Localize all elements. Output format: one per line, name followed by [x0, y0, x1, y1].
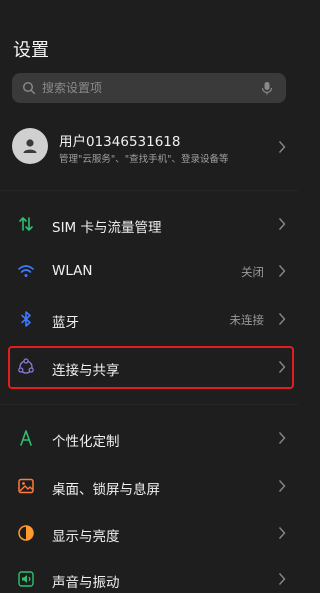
settings-item-connection-sharing[interactable]: 连接与共享	[0, 353, 298, 381]
chevron-right-icon	[278, 573, 286, 585]
page-title: 设置	[13, 40, 49, 61]
settings-item-sound-vibration[interactable]: 声音与振动	[0, 565, 298, 593]
user-icon	[23, 139, 37, 153]
chevron-right-icon	[278, 265, 286, 277]
item-status: 关闭	[241, 265, 264, 279]
settings-item-sim[interactable]: SIM 卡与流量管理	[0, 210, 298, 238]
personalize-icon	[20, 430, 32, 446]
sim-arrows-icon	[19, 217, 33, 231]
account-row[interactable]: 用户01346531618 管理"云服务"、"查找手机"、登录设备等	[0, 128, 298, 176]
chevron-right-icon	[278, 527, 286, 539]
settings-item-wlan[interactable]: WLAN 关闭	[0, 257, 298, 285]
search-bar[interactable]	[12, 73, 286, 103]
search-icon	[22, 81, 36, 95]
avatar	[12, 128, 48, 164]
item-label: 个性化定制	[52, 434, 120, 450]
chevron-right-icon	[278, 361, 286, 373]
chevron-right-icon	[278, 218, 286, 230]
settings-item-display-brightness[interactable]: 显示与亮度	[0, 519, 298, 547]
item-label: 连接与共享	[52, 363, 120, 379]
section-divider	[0, 404, 298, 405]
chevron-right-icon	[278, 141, 286, 153]
settings-item-desktop-lockscreen[interactable]: 桌面、锁屏与息屏	[0, 472, 298, 500]
wifi-icon	[18, 265, 34, 277]
search-input[interactable]	[42, 81, 260, 95]
section-divider	[0, 190, 298, 191]
item-status: 未连接	[229, 313, 265, 327]
account-name: 用户01346531618	[59, 134, 181, 150]
item-label: 蓝牙	[52, 315, 79, 331]
item-label: WLAN	[52, 263, 93, 279]
item-label: SIM 卡与流量管理	[52, 220, 162, 236]
settings-item-personalization[interactable]: 个性化定制	[0, 424, 298, 452]
picture-icon	[18, 478, 34, 494]
brightness-icon	[18, 525, 34, 541]
chevron-right-icon	[278, 432, 286, 444]
share-nodes-icon	[18, 358, 34, 374]
chevron-right-icon	[278, 480, 286, 492]
microphone-icon[interactable]	[260, 81, 274, 95]
speaker-icon	[18, 571, 34, 587]
account-subtitle: 管理"云服务"、"查找手机"、登录设备等	[59, 154, 229, 165]
item-label: 声音与振动	[52, 575, 120, 591]
item-label: 桌面、锁屏与息屏	[52, 482, 160, 498]
settings-item-bluetooth[interactable]: 蓝牙 未连接	[0, 305, 298, 333]
item-label: 显示与亮度	[52, 529, 120, 545]
bluetooth-icon	[21, 311, 31, 327]
chevron-right-icon	[278, 313, 286, 325]
